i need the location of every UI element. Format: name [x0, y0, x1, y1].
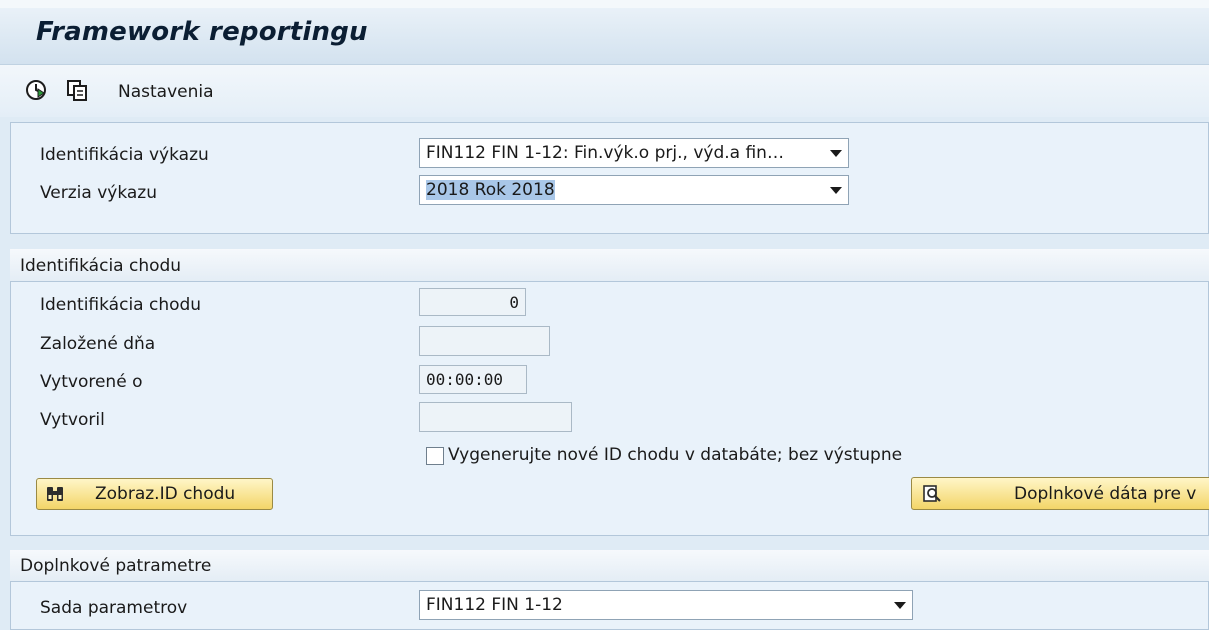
run-id-field[interactable]: 0 [419, 288, 526, 316]
parameter-set-dropdown[interactable]: FIN112 FIN 1-12 [419, 590, 913, 620]
run-id-label: Identifikácia chodu [40, 295, 202, 315]
binoculars-icon [45, 484, 65, 504]
parameter-set-label: Sada parametrov [40, 598, 188, 618]
params-section-title: Doplnkové patrametre [20, 556, 212, 576]
report-id-label: Identifikácia výkazu [40, 145, 209, 165]
document-search-icon [922, 484, 942, 504]
created-at-value: 00:00:00 [426, 370, 504, 389]
new-run-id-checkbox[interactable] [426, 447, 444, 465]
additional-data-label: Doplnkové dáta pre v [1014, 483, 1197, 504]
execute-clock-icon[interactable] [24, 78, 48, 102]
window-top-strip [0, 0, 1209, 8]
run-section-title: Identifikácia chodu [20, 256, 182, 276]
report-id-dropdown[interactable]: FIN112 FIN 1-12: Fin.výk.o prj., výd.a f… [419, 138, 849, 168]
parameter-set-value: FIN112 FIN 1-12 [426, 595, 563, 615]
new-run-id-checkbox-label: Vygenerujte nové ID chodu v databáte; be… [448, 445, 903, 465]
show-run-id-label: Zobraz.ID chodu [95, 484, 236, 504]
run-section-header [10, 249, 1209, 282]
created-on-field[interactable] [419, 326, 550, 356]
created-on-label: Založené dňa [40, 334, 156, 354]
copy-variant-icon[interactable] [65, 78, 89, 102]
run-id-value: 0 [509, 292, 519, 312]
chevron-down-icon[interactable] [830, 186, 842, 194]
report-version-value: 2018 Rok 2018 [426, 180, 555, 200]
additional-data-button[interactable]: Doplnkové dáta pre v [911, 477, 1209, 510]
created-at-label: Vytvorené o [40, 372, 143, 392]
created-at-field[interactable]: 00:00:00 [419, 365, 527, 394]
report-id-value: FIN112 FIN 1-12: Fin.výk.o prj., výd.a f… [426, 143, 784, 163]
report-version-dropdown[interactable]: 2018 Rok 2018 [419, 175, 849, 205]
chevron-down-icon[interactable] [894, 601, 906, 609]
created-by-label: Vytvoril [40, 410, 105, 430]
page-title: Framework reportingu [36, 17, 368, 47]
created-by-field[interactable] [419, 402, 572, 432]
settings-button[interactable]: Nastavenia [118, 82, 214, 102]
show-run-id-button[interactable]: Zobraz.ID chodu [36, 478, 273, 510]
report-version-label: Verzia výkazu [40, 183, 158, 203]
chevron-down-icon[interactable] [830, 149, 842, 157]
